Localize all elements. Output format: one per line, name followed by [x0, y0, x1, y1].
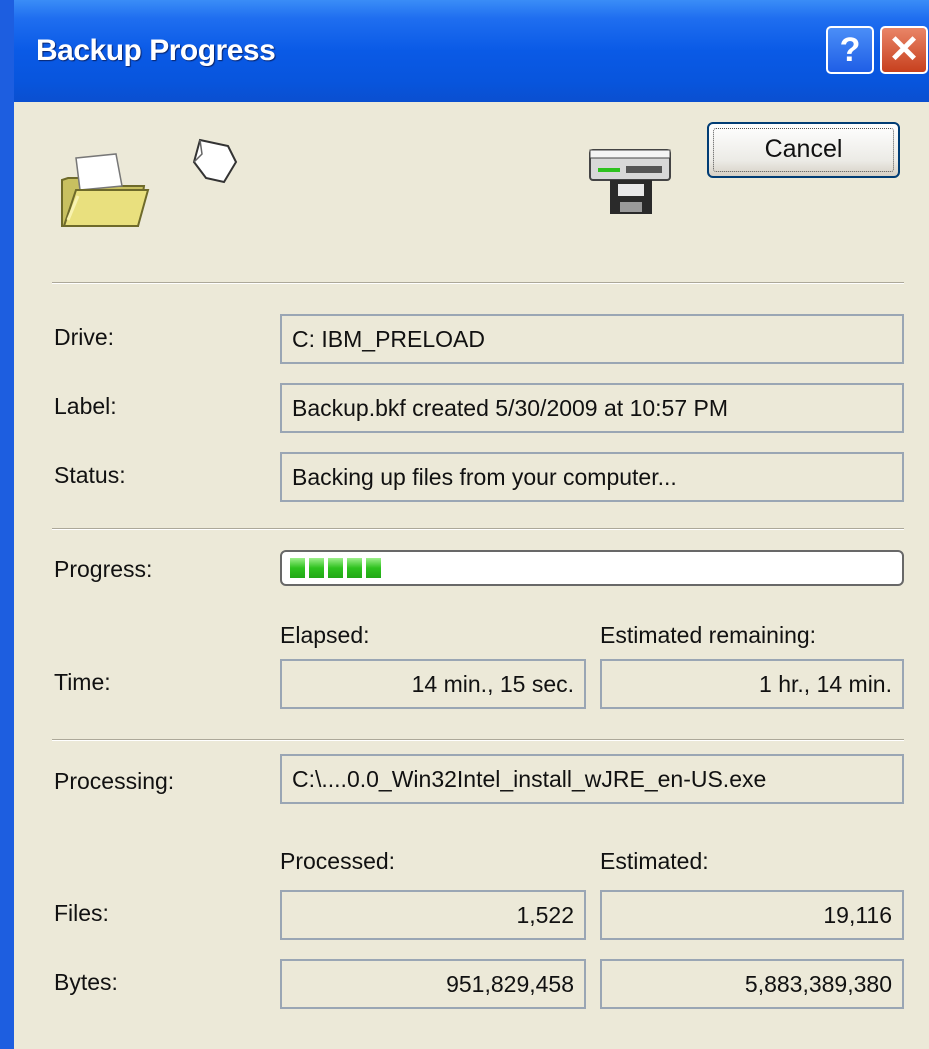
drive-value: C: IBM_PRELOAD — [280, 314, 904, 364]
progress-segment — [290, 558, 305, 578]
progress-label: Progress: — [54, 556, 153, 582]
progress-segment — [366, 558, 381, 578]
divider — [52, 528, 904, 530]
divider — [52, 282, 904, 284]
close-icon: ✕ — [888, 29, 920, 71]
processed-header: Processed: — [280, 848, 396, 874]
files-processed-value: 1,522 — [280, 890, 586, 940]
progress-bar — [280, 550, 904, 586]
elapsed-header: Elapsed: — [280, 622, 370, 648]
tape-drive-icon — [589, 149, 671, 214]
folder-icon — [61, 153, 150, 227]
media-label-value: Backup.bkf created 5/30/2009 at 10:57 PM — [280, 383, 904, 433]
backup-progress-window: Backup Progress ? ✕ Cancel Drive: C: IBM… — [14, 0, 929, 1049]
progress-segment — [328, 558, 343, 578]
progress-segment — [309, 558, 324, 578]
drive-label: Drive: — [54, 324, 115, 350]
flying-paper-icon — [192, 138, 238, 184]
bytes-processed-value: 951,829,458 — [280, 959, 586, 1009]
title-bar[interactable]: Backup Progress ? ✕ — [14, 0, 929, 102]
estimated-header: Estimated: — [600, 848, 709, 874]
status-label: Status: — [54, 462, 126, 488]
close-button[interactable]: ✕ — [880, 26, 928, 74]
cancel-button[interactable]: Cancel — [707, 122, 900, 178]
time-label: Time: — [54, 669, 111, 695]
help-button[interactable]: ? — [826, 26, 874, 74]
progress-segment — [347, 558, 362, 578]
divider — [52, 739, 904, 741]
status-value: Backing up files from your computer... — [280, 452, 904, 502]
files-label: Files: — [54, 900, 109, 926]
media-label-label: Label: — [54, 393, 117, 419]
elapsed-value: 14 min., 15 sec. — [280, 659, 586, 709]
focus-rect — [713, 128, 894, 172]
remaining-value: 1 hr., 14 min. — [600, 659, 904, 709]
processing-value: C:\....0.0_Win32Intel_install_wJRE_en-US… — [280, 754, 904, 804]
remaining-header: Estimated remaining: — [600, 622, 817, 648]
help-icon: ? — [839, 31, 861, 69]
processing-label: Processing: — [54, 768, 175, 794]
bytes-estimated-value: 5,883,389,380 — [600, 959, 904, 1009]
files-estimated-value: 19,116 — [600, 890, 904, 940]
bytes-label: Bytes: — [54, 969, 118, 995]
window-title: Backup Progress — [36, 34, 276, 67]
